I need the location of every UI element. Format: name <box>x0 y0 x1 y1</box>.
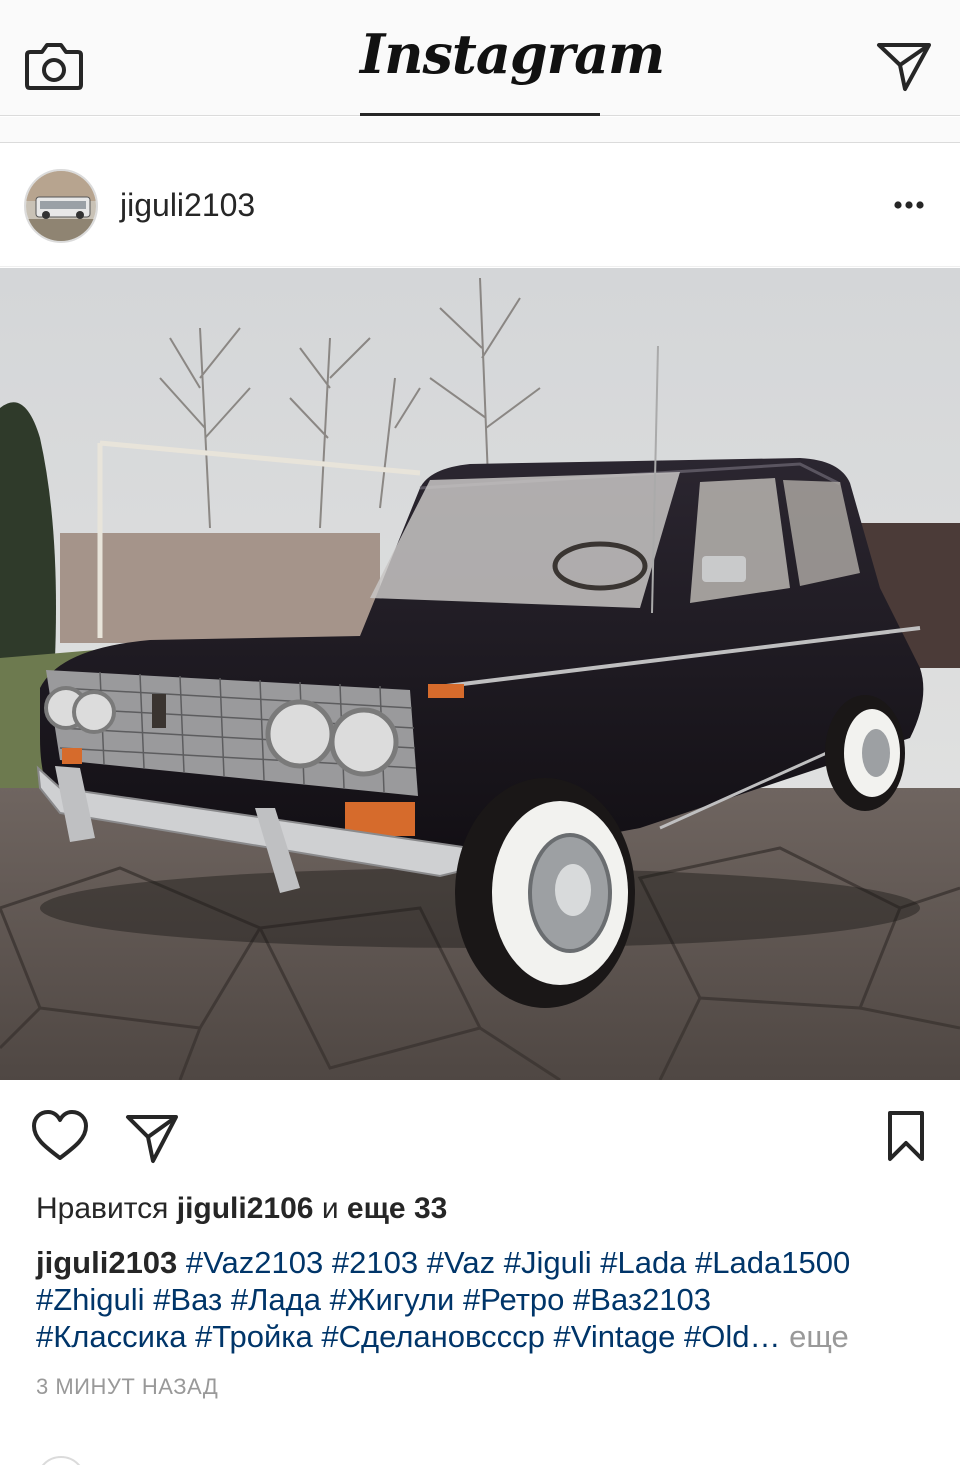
caption-line-2: #Zhiguli #Ваз #Лада #Жигули #Ретро #Ваз2… <box>36 1281 936 1318</box>
bookmark-icon <box>888 1111 924 1161</box>
hashtag[interactable]: #2103 <box>332 1245 418 1280</box>
paper-plane-icon <box>877 43 931 91</box>
avatar[interactable] <box>24 169 98 243</box>
camera-icon <box>25 43 83 90</box>
hashtag[interactable]: #Тройка <box>195 1319 313 1354</box>
more-dots-icon <box>894 201 924 209</box>
paper-plane-icon <box>126 1115 178 1163</box>
likes-summary[interactable]: Нравится jiguli2106 и еще 33 <box>36 1192 447 1226</box>
caption-username[interactable]: jiguli2103 <box>36 1245 177 1280</box>
caption-more-link[interactable]: еще <box>789 1319 849 1354</box>
hashtag[interactable]: #Vintage <box>554 1319 676 1354</box>
hashtag[interactable]: #Ваз <box>153 1282 222 1317</box>
post-photo[interactable] <box>0 268 960 1080</box>
hashtag[interactable]: #Ретро <box>463 1282 564 1317</box>
caption-line-3: #Классика #Тройка #Сделановссср #Vintage… <box>36 1318 936 1355</box>
heart-icon <box>32 1110 88 1160</box>
hashtag[interactable]: #Zhiguli <box>36 1282 145 1317</box>
direct-message-button[interactable] <box>872 34 936 98</box>
next-post-avatar[interactable] <box>36 1456 86 1465</box>
more-options-button[interactable] <box>880 181 940 229</box>
stories-strip-edge <box>0 117 960 143</box>
hashtag[interactable]: #Ваз2103 <box>573 1282 711 1317</box>
post-actions-bar <box>0 1080 960 1190</box>
hashtag[interactable]: #Lada1500 <box>695 1245 850 1280</box>
post-header: jiguli2103 <box>0 143 960 267</box>
hashtag[interactable]: #Vaz2103 <box>186 1245 323 1280</box>
likes-prefix: Нравится <box>36 1192 169 1225</box>
hashtag[interactable]: #Vaz <box>427 1245 495 1280</box>
save-button[interactable] <box>874 1104 938 1168</box>
logo-underline <box>360 113 600 116</box>
post-timestamp: 3 МИНУТ НАЗАД <box>36 1374 219 1399</box>
top-navigation-bar: Instagram <box>0 0 960 116</box>
hashtag[interactable]: #Сделановссср <box>321 1319 544 1354</box>
like-button[interactable] <box>28 1104 92 1168</box>
hashtag[interactable]: #Old… <box>684 1319 780 1354</box>
hashtag[interactable]: #Жигули <box>330 1282 455 1317</box>
camera-button[interactable] <box>22 34 86 98</box>
caption-line-1: jiguli2103 #Vaz2103 #2103 #Vaz #Jiguli #… <box>36 1244 936 1281</box>
hashtag[interactable]: #Jiguli <box>504 1245 592 1280</box>
post-caption: jiguli2103 #Vaz2103 #2103 #Vaz #Jiguli #… <box>36 1244 936 1355</box>
share-button[interactable] <box>120 1106 184 1170</box>
likes-connector: и <box>321 1192 339 1225</box>
hashtag[interactable]: #Lada <box>600 1245 686 1280</box>
liker-username[interactable]: jiguli2106 <box>177 1192 314 1225</box>
hashtag[interactable]: #Лада <box>231 1282 321 1317</box>
instagram-logo: Instagram <box>360 22 665 86</box>
post-username[interactable]: jiguli2103 <box>120 187 255 224</box>
likes-others[interactable]: еще 33 <box>347 1192 447 1225</box>
hashtag[interactable]: #Классика <box>36 1319 186 1354</box>
